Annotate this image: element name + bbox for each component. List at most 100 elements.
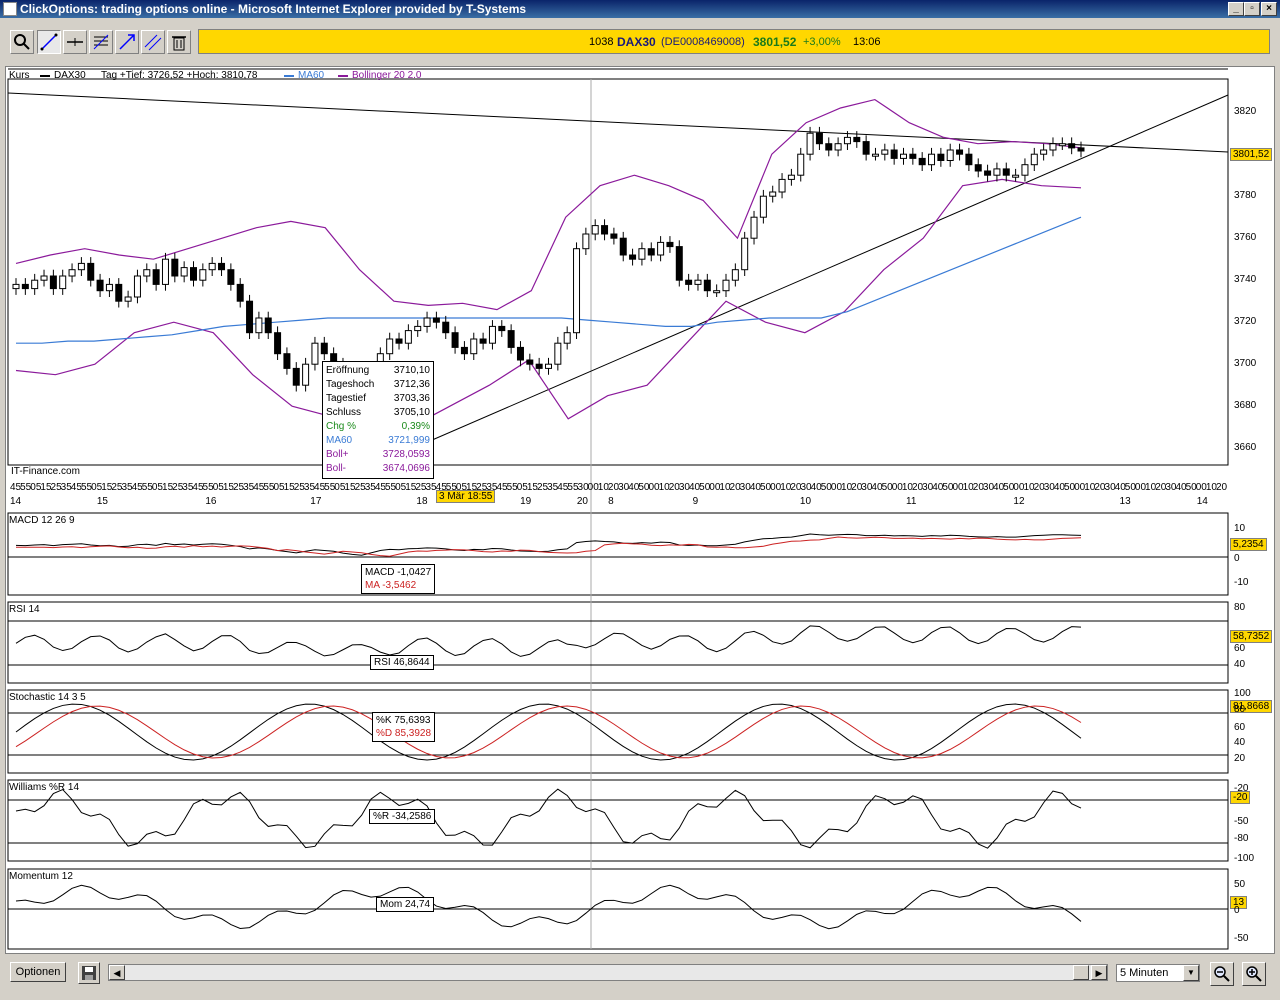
day-axis-label: 13 [1120, 496, 1131, 507]
candle-body [957, 150, 963, 154]
candle-body [153, 270, 159, 285]
close-button[interactable]: × [1261, 2, 1277, 16]
ohlc-value: 0,39% [402, 420, 430, 434]
candle-body [1069, 144, 1075, 148]
candle-body [844, 137, 850, 143]
scroll-left-button[interactable]: ◀ [109, 965, 125, 980]
candle-body [387, 339, 393, 354]
candle-body [41, 276, 47, 280]
ohlc-value: 3712,36 [394, 378, 430, 392]
momentum-title: Momentum 12 [9, 871, 73, 882]
price-axis-label: 3780 [1234, 190, 1256, 201]
macd-axis-label: 10 [1234, 523, 1245, 534]
ohlc-row: Boll-3674,0696 [326, 462, 430, 476]
parallel-lines-tool-button[interactable] [141, 30, 165, 54]
trendline-tool-button[interactable] [37, 30, 61, 54]
horizontal-line-tool-button[interactable] [63, 30, 87, 54]
price-tag: 3801,52 [1230, 148, 1272, 161]
candle-body [798, 154, 804, 175]
horizontal-scrollbar[interactable]: ◀ ▶ [108, 964, 1108, 981]
ohlc-tooltip: Eröffnung3710,10Tageshoch 3712,36 Tagestie… [322, 361, 434, 479]
candle-body [181, 268, 187, 276]
macd-axis-label: 0 [1234, 553, 1240, 564]
day-axis-label: 15 [97, 496, 108, 507]
save-button[interactable] [78, 962, 100, 984]
legend-symbol: DAX30 [54, 70, 86, 81]
rsi-line [16, 626, 1081, 657]
candle-body [303, 364, 309, 385]
momentum-line [16, 885, 1081, 928]
candle-body [69, 270, 75, 276]
candle-body [901, 154, 907, 158]
price-axis-label: 3740 [1234, 274, 1256, 285]
save-icon [81, 965, 97, 981]
rsi-panel-frame [8, 602, 1228, 683]
momentum-axis-label: 50 [1234, 879, 1245, 890]
candle-body [583, 234, 589, 249]
williams-axis-label: -80 [1234, 833, 1248, 844]
candle-body [620, 238, 626, 255]
ohlc-key: Tagestief [326, 392, 366, 406]
williams-panel-frame [8, 780, 1228, 861]
ohlc-row: Tageshoch 3712,36 [326, 378, 430, 392]
candle-body [116, 284, 122, 301]
macd-panel-frame [8, 513, 1228, 595]
stoch-panel-frame [8, 690, 1228, 773]
chart-area[interactable]: Kurs DAX30 Tag +Tief: 3726,52 +Hoch: 381… [5, 66, 1275, 954]
ohlc-row: MA603721,999 [326, 434, 430, 448]
candle-body [816, 133, 822, 144]
fibonacci-tool-button[interactable] [89, 30, 113, 54]
candle-body [265, 318, 271, 333]
candle-body [807, 133, 813, 154]
maximize-button[interactable]: ▫ [1244, 2, 1260, 16]
arrow-tool-button[interactable] [115, 30, 139, 54]
legend-bollinger: Bollinger 20 2.0 [352, 70, 422, 81]
candle-body [891, 150, 897, 158]
legend-ma: MA60 [298, 70, 324, 81]
candle-body [648, 249, 654, 255]
zoom-out-button[interactable] [1210, 962, 1234, 986]
minimize-button[interactable]: _ [1228, 2, 1244, 16]
candle-body [676, 247, 682, 281]
ticker-price: 3801,52 [753, 35, 796, 49]
chart-canvas[interactable] [6, 67, 1274, 953]
ticker-bar: 1038 DAX30 (DE0008469008) 3801,52 +3,00%… [198, 29, 1270, 54]
scroll-right-button[interactable]: ▶ [1091, 965, 1107, 980]
candle-body [686, 280, 692, 284]
candle-body [536, 364, 542, 368]
stoch-axis-label: 80 [1234, 704, 1245, 715]
day-axis-label: 20 [577, 496, 588, 507]
zoom-out-icon [1213, 965, 1231, 983]
candle-body [172, 259, 178, 276]
candle-body [938, 154, 944, 160]
zoom-in-button[interactable] [1242, 962, 1266, 986]
price-axis-label: 3820 [1234, 106, 1256, 117]
candle-body [574, 249, 580, 333]
zoom-tool-button[interactable] [10, 30, 34, 54]
candle-body [97, 280, 103, 291]
candle-body [22, 284, 28, 288]
williams-tooltip: %R -34,2586 [369, 809, 435, 824]
candle-body [480, 339, 486, 343]
candle-body [527, 360, 533, 364]
candle-body [50, 276, 56, 289]
day-axis-label: 9 [693, 496, 699, 507]
scroll-thumb[interactable] [1073, 965, 1089, 980]
options-button[interactable]: Optionen [10, 962, 66, 982]
delete-tool-button[interactable] [167, 30, 191, 54]
ohlc-key: Tageshoch [326, 378, 374, 392]
day-axis-label: 14 [10, 496, 21, 507]
chevron-down-icon[interactable]: ▼ [1183, 965, 1199, 981]
ticker-symbol: DAX30 [617, 35, 656, 49]
day-axis-label: 8 [608, 496, 614, 507]
williams-title: Williams %R 14 [9, 782, 79, 793]
fibonacci-tool-icon [92, 33, 110, 51]
candle-body [630, 255, 636, 259]
ticker-time: 13:06 [853, 36, 881, 48]
candle-body [424, 318, 430, 326]
ticker-isin: (DE0008469008) [661, 36, 745, 48]
browser-icon [3, 2, 17, 16]
ohlc-row: Eröffnung3710,10 [326, 364, 430, 378]
interval-select[interactable]: 5 Minuten ▼ [1116, 964, 1200, 982]
rsi-axis-label: 80 [1234, 602, 1245, 613]
